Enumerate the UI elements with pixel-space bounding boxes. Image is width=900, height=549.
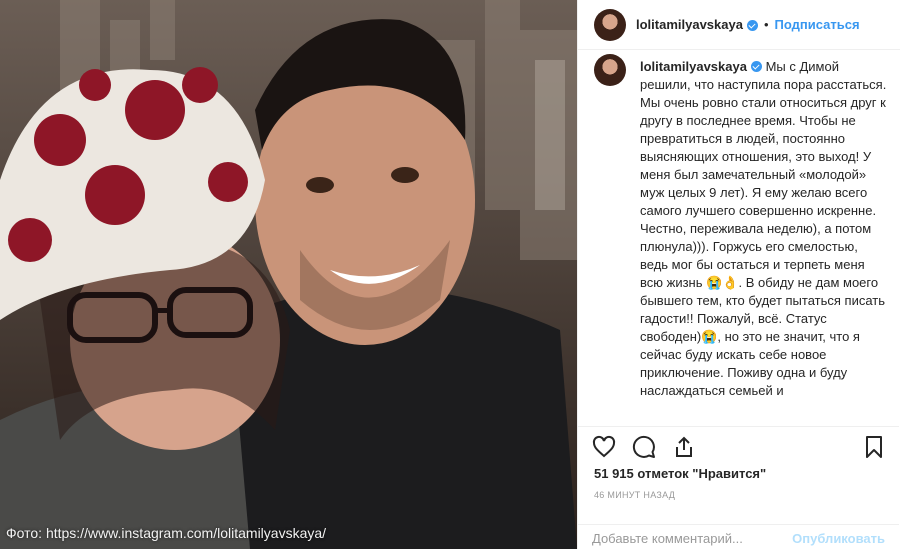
comment-input[interactable]: Добавьте комментарий... <box>592 531 743 546</box>
verified-badge-icon <box>746 20 758 31</box>
photo-credit: Фото: https://www.instagram.com/lolitami… <box>6 525 327 541</box>
post-timestamp[interactable]: 46 минут назад <box>594 490 675 500</box>
verified-badge-icon <box>750 61 762 72</box>
likes-count[interactable]: 51 915 отметок "Нравится" <box>594 466 766 481</box>
comment-icon[interactable] <box>632 435 656 459</box>
comments-area[interactable]: lolitamilyavskaya Мы с Димой решили, что… <box>578 50 899 426</box>
add-comment-bar: Добавьте комментарий... Опубликовать <box>578 524 899 549</box>
caption-text: lolitamilyavskaya Мы с Димой решили, что… <box>640 58 887 400</box>
avatar[interactable] <box>594 8 626 41</box>
avatar[interactable] <box>594 54 626 86</box>
post-photo[interactable]: Фото: https://www.instagram.com/lolitami… <box>0 0 577 549</box>
separator: • <box>763 17 769 32</box>
caption-comment: lolitamilyavskaya Мы с Димой решили, что… <box>578 50 899 400</box>
selfie-image <box>0 0 577 549</box>
heart-icon[interactable] <box>592 435 616 459</box>
username-link[interactable]: lolitamilyavskaya <box>636 17 743 32</box>
caption-body: Мы с Димой решили, что наступила пора ра… <box>640 59 887 398</box>
share-icon[interactable] <box>672 435 696 459</box>
bookmark-icon[interactable] <box>862 435 886 459</box>
post-sidebar: lolitamilyavskaya • Подписаться lolitami… <box>577 0 900 549</box>
publish-button[interactable]: Опубликовать <box>792 531 885 546</box>
caption-username[interactable]: lolitamilyavskaya <box>640 59 747 74</box>
follow-button[interactable]: Подписаться <box>775 17 860 32</box>
action-bar <box>578 426 899 466</box>
post-header: lolitamilyavskaya • Подписаться <box>578 0 900 50</box>
